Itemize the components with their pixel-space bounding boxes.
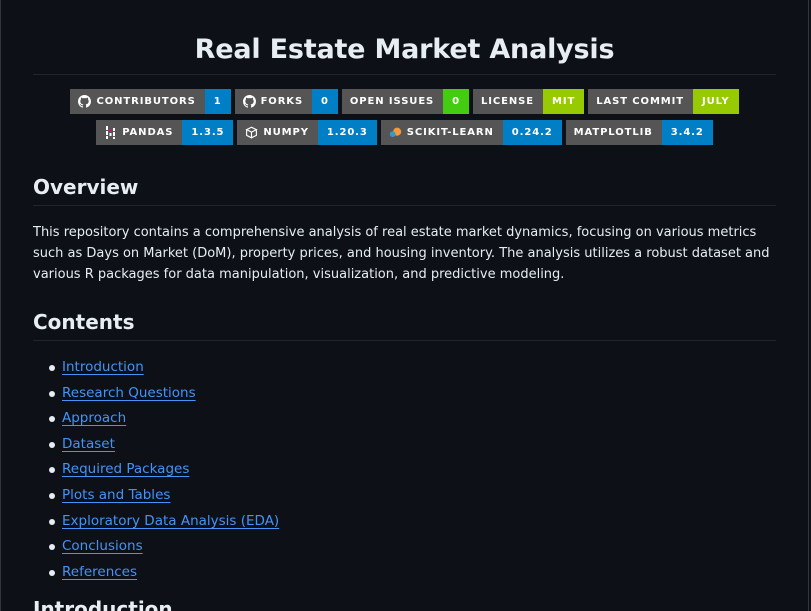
contributors-badge-label: CONTRIBUTORS bbox=[70, 89, 205, 114]
pandas-icon bbox=[104, 126, 117, 139]
table-of-contents: Introduction Research Questions Approach Da… bbox=[33, 355, 279, 585]
overview-heading: Overview bbox=[33, 175, 139, 199]
pandas-badge[interactable]: PANDAS 1.3.5 bbox=[96, 120, 234, 145]
toc-link-conclusions[interactable]: Conclusions bbox=[62, 538, 143, 554]
toc-link-dataset[interactable]: Dataset bbox=[62, 436, 115, 452]
introduction-heading: Introduction bbox=[33, 597, 173, 611]
scikit-learn-icon bbox=[389, 126, 402, 139]
scikit-learn-badge-label: SCIKIT-LEARN bbox=[380, 120, 503, 145]
scikit-learn-badge-value: 0.24.2 bbox=[502, 120, 562, 145]
forks-badge-label-text: FORKS bbox=[260, 96, 304, 107]
badge-row-packages: PANDAS 1.3.5 NUMPY 1.20.3 SCIKIT-LEARN 0.24.2… bbox=[33, 120, 776, 145]
license-badge-label: LICENSE bbox=[473, 89, 543, 114]
matplotlib-badge-value: 3.4.2 bbox=[661, 120, 713, 145]
list-item: Conclusions bbox=[33, 534, 279, 560]
matplotlib-badge-label-text: MATPLOTLIB bbox=[573, 127, 653, 138]
toc-link-approach[interactable]: Approach bbox=[62, 410, 126, 426]
toc-link-research-questions[interactable]: Research Questions bbox=[62, 385, 196, 401]
list-item: References bbox=[33, 560, 279, 586]
toc-link-introduction[interactable]: Introduction bbox=[62, 359, 144, 375]
license-badge-label-text: LICENSE bbox=[481, 96, 534, 107]
open-issues-badge[interactable]: OPEN ISSUES 0 bbox=[341, 89, 470, 114]
toc-link-plots-and-tables[interactable]: Plots and Tables bbox=[62, 487, 170, 503]
scikit-learn-badge[interactable]: SCIKIT-LEARN 0.24.2 bbox=[380, 120, 562, 145]
matplotlib-badge-label: MATPLOTLIB bbox=[565, 120, 662, 145]
list-item: Research Questions bbox=[33, 381, 279, 407]
forks-badge[interactable]: FORKS 0 bbox=[234, 89, 338, 114]
contents-heading: Contents bbox=[33, 310, 135, 334]
last-commit-badge-label-text: LAST COMMIT bbox=[596, 96, 684, 107]
last-commit-badge-label: LAST COMMIT bbox=[588, 89, 693, 114]
numpy-icon bbox=[245, 126, 259, 139]
last-commit-badge[interactable]: LAST COMMIT JULY bbox=[588, 89, 739, 114]
list-item: Dataset bbox=[33, 432, 279, 458]
numpy-badge-label: NUMPY bbox=[237, 120, 318, 145]
contributors-badge[interactable]: CONTRIBUTORS 1 bbox=[70, 89, 231, 114]
badge-row-repo: CONTRIBUTORS 1 FORKS 0 OPEN ISSUES 0 LICENSE MI… bbox=[33, 89, 776, 114]
pandas-badge-label: PANDAS bbox=[96, 120, 183, 145]
bullet-icon bbox=[49, 492, 55, 499]
github-icon bbox=[242, 95, 256, 108]
numpy-badge[interactable]: NUMPY 1.20.3 bbox=[237, 120, 377, 145]
bullet-icon bbox=[49, 569, 55, 576]
forks-badge-value: 0 bbox=[312, 89, 338, 114]
list-item: Required Packages bbox=[33, 457, 279, 483]
list-item: Approach bbox=[33, 406, 279, 432]
numpy-badge-value: 1.20.3 bbox=[317, 120, 377, 145]
contributors-badge-value: 1 bbox=[204, 89, 231, 114]
pandas-badge-label-text: PANDAS bbox=[122, 127, 174, 138]
toc-link-references[interactable]: References bbox=[62, 564, 137, 580]
toc-link-required-packages[interactable]: Required Packages bbox=[62, 461, 189, 477]
bullet-icon bbox=[49, 441, 55, 448]
list-item: Plots and Tables bbox=[33, 483, 279, 509]
page-title: Real Estate Market Analysis bbox=[194, 34, 615, 65]
bullet-icon bbox=[49, 518, 55, 525]
scikit-learn-badge-label-text: SCIKIT-LEARN bbox=[406, 127, 494, 138]
numpy-badge-label-text: NUMPY bbox=[263, 127, 309, 138]
list-item: Exploratory Data Analysis (EDA) bbox=[33, 509, 279, 535]
bullet-icon bbox=[49, 390, 55, 397]
open-issues-badge-label-text: OPEN ISSUES bbox=[349, 96, 435, 107]
bullet-icon bbox=[49, 416, 55, 423]
overview-divider bbox=[33, 205, 776, 206]
contributors-badge-label-text: CONTRIBUTORS bbox=[96, 96, 196, 107]
open-issues-badge-label: OPEN ISSUES bbox=[341, 89, 444, 114]
bullet-icon bbox=[49, 365, 55, 371]
contents-divider bbox=[33, 340, 776, 341]
matplotlib-badge[interactable]: MATPLOTLIB 3.4.2 bbox=[565, 120, 713, 145]
license-badge[interactable]: LICENSE MIT bbox=[473, 89, 585, 114]
list-item: Introduction bbox=[33, 355, 279, 381]
license-badge-value: MIT bbox=[542, 89, 585, 114]
pandas-badge-value: 1.3.5 bbox=[182, 120, 234, 145]
github-icon bbox=[78, 95, 92, 108]
bullet-icon bbox=[49, 544, 55, 551]
title-divider bbox=[33, 74, 776, 75]
forks-badge-label: FORKS bbox=[234, 89, 313, 114]
overview-text: This repository contains a comprehensive… bbox=[33, 225, 770, 282]
open-issues-badge-value: 0 bbox=[443, 89, 470, 114]
last-commit-badge-value: JULY bbox=[693, 89, 739, 114]
bullet-icon bbox=[49, 467, 55, 474]
toc-link-exploratory-data-analysis-eda[interactable]: Exploratory Data Analysis (EDA) bbox=[62, 513, 279, 529]
